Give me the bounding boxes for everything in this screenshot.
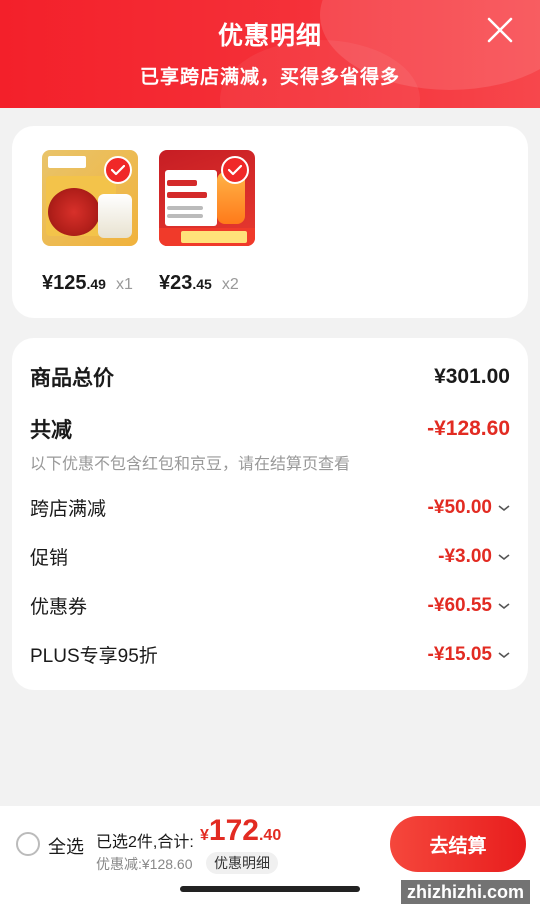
checkout-button[interactable]: 去结算 — [390, 816, 526, 872]
close-icon[interactable] — [486, 16, 514, 44]
bottom-bar: 全选 已选2件,合计: ¥172.40 优惠减:¥128.60 优惠明细 去结算 — [0, 806, 540, 880]
total-payable: ¥172.40 — [200, 814, 282, 847]
product-price: ¥125.49 x1 — [42, 272, 133, 294]
total-price-value: ¥301.00 — [434, 365, 510, 388]
watermark: zhizhizhi.com — [401, 880, 530, 904]
select-all-label[interactable]: 全选 — [48, 833, 84, 859]
selected-count: 已选2件,合计: — [96, 834, 194, 851]
product-image — [42, 150, 138, 246]
product-price: ¥23.45 x2 — [159, 272, 239, 294]
products-card: ¥125.49 x1 ¥23.45 x2 — [12, 126, 528, 318]
chevron-down-icon — [498, 504, 510, 511]
product-item[interactable]: ¥23.45 x2 — [159, 150, 255, 294]
discount-row-coupon[interactable]: 优惠券 -¥60.55 — [30, 592, 510, 619]
product-qty: x1 — [115, 276, 133, 293]
product-image — [159, 150, 255, 246]
check-icon[interactable] — [104, 156, 132, 184]
discount-summary: 优惠减:¥128.60 — [96, 856, 193, 872]
page-subtitle: 已享跨店满减，买得多省得多 — [139, 67, 400, 88]
discount-row-promotion[interactable]: 促销 -¥3.00 — [30, 543, 510, 570]
select-all-radio[interactable] — [16, 832, 40, 856]
header: 优惠明细 已享跨店满减，买得多省得多 — [0, 0, 540, 108]
page-title: 优惠明细 — [217, 22, 322, 50]
product-item[interactable]: ¥125.49 x1 — [42, 150, 138, 294]
discount-detail-button[interactable]: 优惠明细 — [206, 852, 278, 874]
total-reduce-row: 共减 -¥128.60 — [30, 414, 510, 444]
product-qty: x2 — [221, 276, 239, 293]
discount-row-cross-store[interactable]: 跨店满减 -¥50.00 — [30, 494, 510, 521]
chevron-down-icon — [498, 651, 510, 658]
total-price-row: 商品总价 ¥301.00 — [30, 362, 510, 392]
check-icon[interactable] — [221, 156, 249, 184]
chevron-down-icon — [498, 602, 510, 609]
total-reduce-value: -¥128.60 — [427, 417, 510, 440]
total-reduce-label: 共减 — [30, 419, 72, 442]
discount-row-plus[interactable]: PLUS专享95折 -¥15.05 — [30, 641, 510, 668]
discount-note: 以下优惠不包含红包和京豆，请在结算页查看 — [30, 456, 351, 473]
chevron-down-icon — [498, 553, 510, 560]
total-price-label: 商品总价 — [30, 367, 114, 390]
discount-details-card: 商品总价 ¥301.00 共减 -¥128.60 以下优惠不包含红包和京豆，请在… — [12, 338, 528, 690]
